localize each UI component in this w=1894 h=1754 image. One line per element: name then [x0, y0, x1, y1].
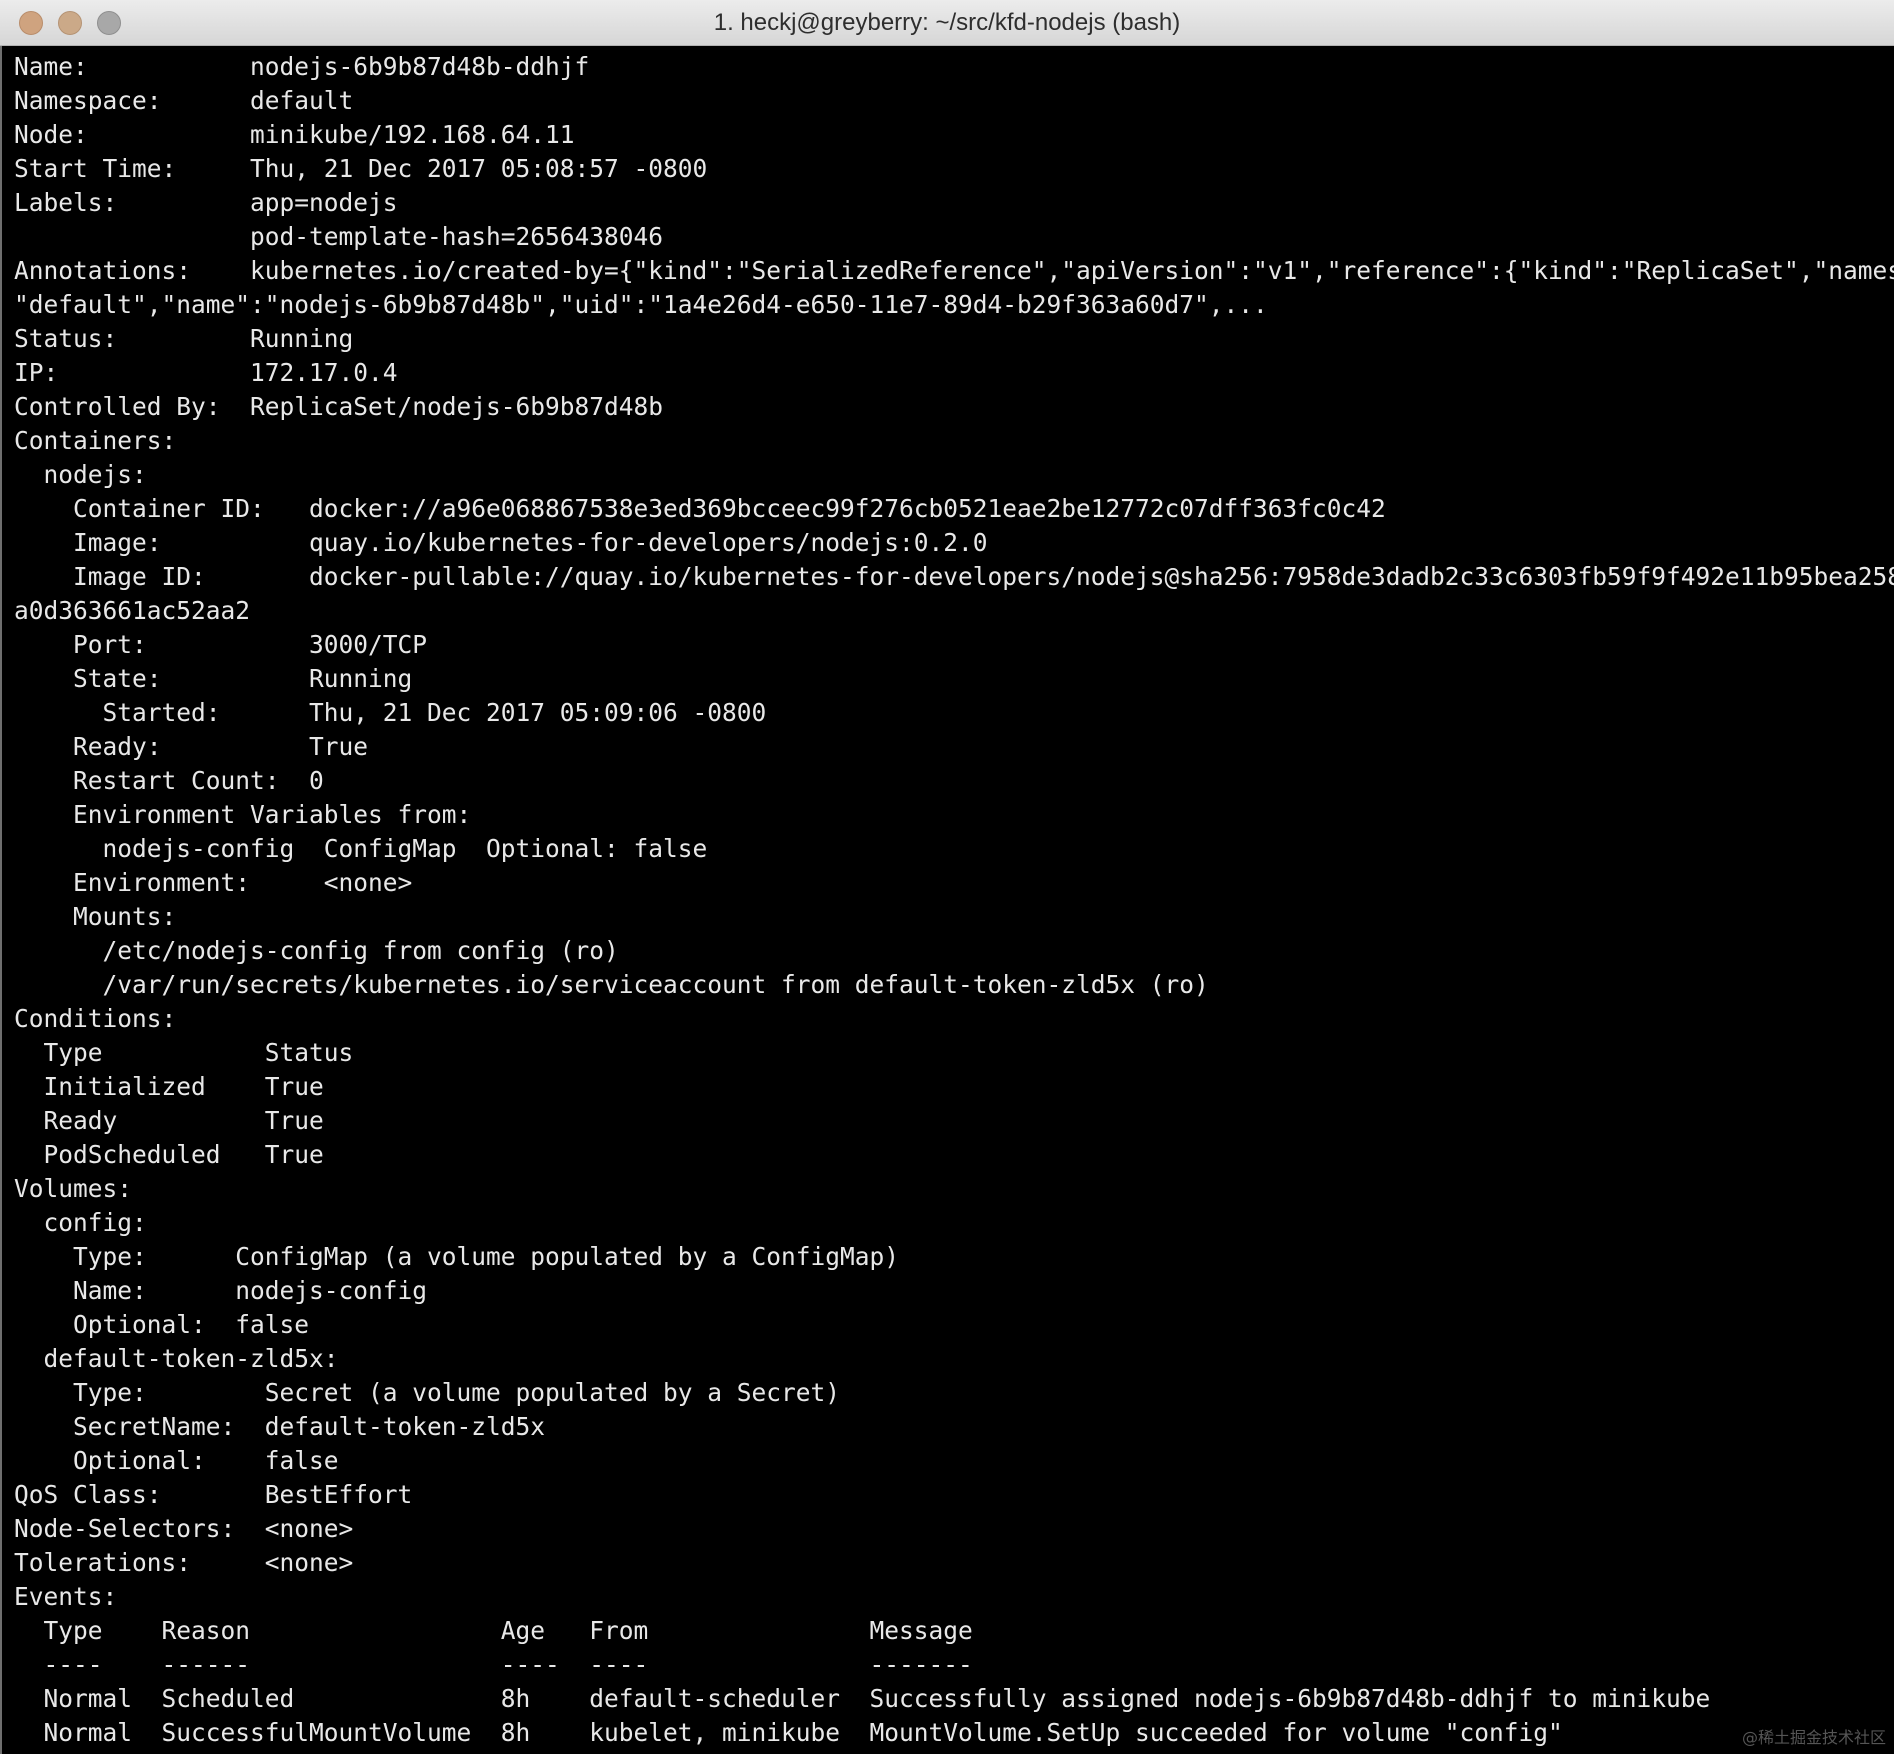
watermark: @稀土掘金技术社区	[1741, 1728, 1886, 1747]
terminal-line: nodejs-config ConfigMap Optional: false	[14, 834, 708, 863]
terminal-line: /var/run/secrets/kubernetes.io/serviceac…	[14, 970, 1209, 999]
terminal-line: Node: minikube/192.168.64.11	[14, 120, 575, 149]
terminal-line: Status: Running	[14, 324, 354, 353]
terminal-line: Conditions:	[14, 1004, 177, 1033]
terminal-line: Started: Thu, 21 Dec 2017 05:09:06 -0800	[14, 698, 767, 727]
terminal-line: Restart Count: 0	[14, 766, 324, 795]
terminal-line: Normal Scheduled 8h default-scheduler Su…	[14, 1684, 1711, 1713]
terminal-line: QoS Class: BestEffort	[14, 1480, 413, 1509]
terminal-line: Image ID: docker-pullable://quay.io/kube…	[14, 562, 1894, 591]
terminal-line: Mounts:	[14, 902, 177, 931]
terminal-line: Ready True	[14, 1106, 324, 1135]
terminal-line: Type: ConfigMap (a volume populated by a…	[14, 1242, 900, 1271]
terminal-line: Name: nodejs-config	[14, 1276, 428, 1305]
terminal-line: Type: Secret (a volume populated by a Se…	[14, 1378, 841, 1407]
terminal-line: Optional: false	[14, 1310, 310, 1339]
terminal-line: Annotations: kubernetes.io/created-by={"…	[14, 256, 1894, 285]
terminal-line: default-token-zld5x:	[14, 1344, 339, 1373]
terminal-line: SecretName: default-token-zld5x	[14, 1412, 546, 1441]
terminal-line: a0d363661ac52aa2	[14, 596, 251, 625]
terminal-window: 1. heckj@greyberry: ~/src/kfd-nodejs (ba…	[0, 0, 1894, 1754]
terminal-line: Node-Selectors: <none>	[14, 1514, 354, 1543]
terminal-line: ---- ------ ---- ---- -------	[14, 1650, 973, 1679]
terminal-line: Name: nodejs-6b9b87d48b-ddhjf	[14, 52, 590, 81]
title-bar[interactable]: 1. heckj@greyberry: ~/src/kfd-nodejs (ba…	[0, 0, 1894, 46]
terminal-line: Namespace: default	[14, 86, 354, 115]
terminal-line: Ready: True	[14, 732, 369, 761]
terminal-line: Initialized True	[14, 1072, 324, 1101]
terminal-line: Environment: <none>	[14, 868, 413, 897]
terminal-output[interactable]: Name: nodejs-6b9b87d48b-ddhjf Namespace:…	[0, 46, 1894, 1754]
terminal-line: State: Running	[14, 664, 413, 693]
terminal-line: Type Status	[14, 1038, 354, 1067]
terminal-line: "default","name":"nodejs-6b9b87d48b","ui…	[14, 290, 1268, 319]
terminal-line: Container ID: docker://a96e068867538e3ed…	[14, 494, 1386, 523]
terminal-line: pod-template-hash=2656438046	[14, 222, 664, 251]
terminal-line: Events:	[14, 1582, 118, 1611]
terminal-line: IP: 172.17.0.4	[14, 358, 398, 387]
terminal-line: Labels: app=nodejs	[14, 188, 398, 217]
terminal-line: /etc/nodejs-config from config (ro)	[14, 936, 619, 965]
terminal-line: Environment Variables from:	[14, 800, 472, 829]
terminal-line: Containers:	[14, 426, 177, 455]
terminal-line: Tolerations: <none>	[14, 1548, 354, 1577]
terminal-line: Port: 3000/TCP	[14, 630, 428, 659]
terminal-line: Start Time: Thu, 21 Dec 2017 05:08:57 -0…	[14, 154, 708, 183]
terminal-line: nodejs:	[14, 460, 147, 489]
terminal-line: config:	[14, 1208, 147, 1237]
terminal-line: Volumes:	[14, 1174, 133, 1203]
terminal-line: Optional: false	[14, 1446, 339, 1475]
terminal-line: Image: quay.io/kubernetes-for-developers…	[14, 528, 988, 557]
terminal-line: Type Reason Age From Message	[14, 1616, 973, 1645]
window-title: 1. heckj@greyberry: ~/src/kfd-nodejs (ba…	[713, 9, 1181, 36]
terminal-line: Controlled By: ReplicaSet/nodejs-6b9b87d…	[14, 392, 664, 421]
terminal-line: PodScheduled True	[14, 1140, 324, 1169]
terminal-line: Normal SuccessfulMountVolume 8h kubelet,…	[14, 1718, 1563, 1747]
